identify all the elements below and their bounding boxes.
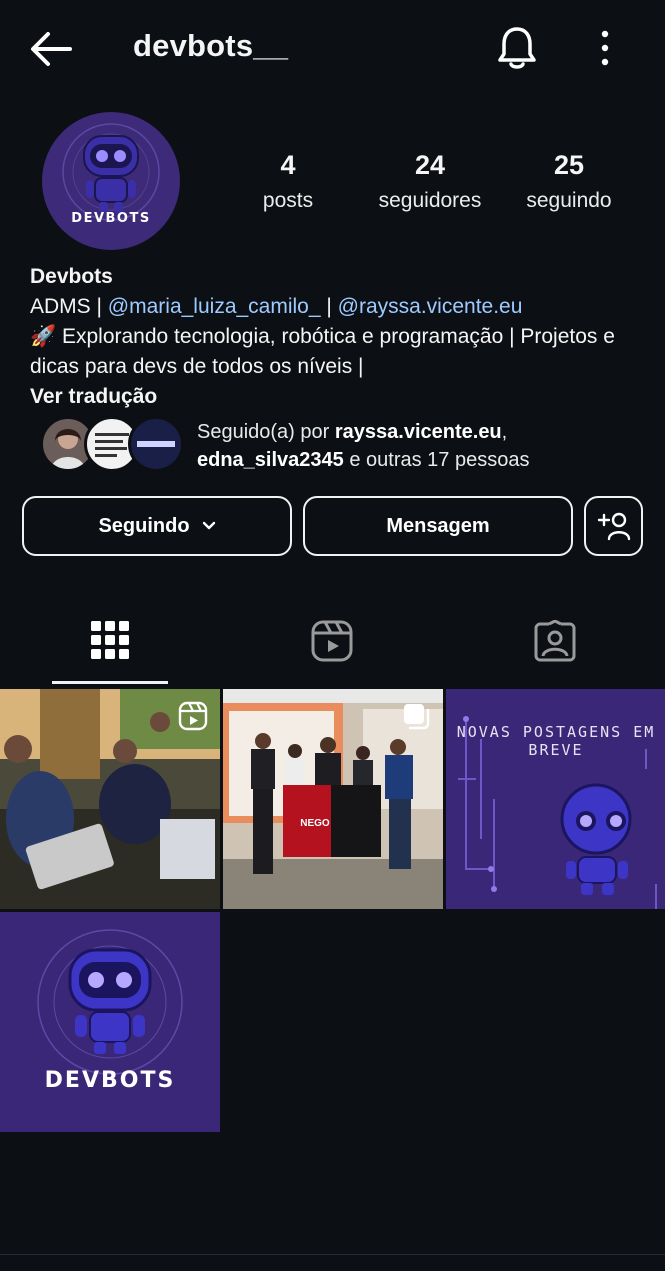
post-tile[interactable]: NOVAS POSTAGENS EM BREVE xyxy=(446,689,665,909)
profile-bio: Devbots ADMS | @maria_luiza_camilo_ | @r… xyxy=(30,262,642,412)
post-tile[interactable] xyxy=(0,689,220,909)
followed-by-avatars[interactable] xyxy=(40,416,184,472)
followed-by-user-1: rayssa.vicente.eu xyxy=(334,421,502,443)
posts-count: 4 xyxy=(280,150,296,180)
profile-tabs xyxy=(0,600,665,686)
followers-stat[interactable]: 24 seguidores xyxy=(370,150,490,213)
message-button-label: Mensagem xyxy=(386,514,490,537)
following-stat[interactable]: 25 seguindo xyxy=(518,150,620,213)
bio-mentions-line: ADMS | @maria_luiza_camilo_ | @rayssa.vi… xyxy=(30,292,642,322)
post-tile[interactable]: DEVBOTS xyxy=(0,912,220,1132)
posts-stat: 4 posts xyxy=(247,150,329,213)
robot-logo-art xyxy=(0,912,220,1132)
bio-description: 🚀 Explorando tecnologia, robótica e prog… xyxy=(30,325,615,378)
tab-reels[interactable] xyxy=(274,600,390,686)
arrow-left-icon[interactable] xyxy=(28,28,74,70)
following-count: 25 xyxy=(553,150,585,180)
followed-by-user-2: edna_silva2345 xyxy=(197,449,344,471)
following-label: seguindo xyxy=(526,189,612,212)
robot-logo-icon: DEVBOTS xyxy=(62,123,160,226)
tagged-person-icon xyxy=(534,620,576,662)
tab-tagged[interactable] xyxy=(497,600,613,686)
avatar-label: DEVBOTS xyxy=(71,211,150,226)
circuit-robot-art xyxy=(446,689,665,909)
tab-posts-grid[interactable] xyxy=(52,600,168,686)
post-tile[interactable]: NEGO xyxy=(223,689,443,909)
active-tab-indicator xyxy=(52,681,168,684)
followers-label: seguidores xyxy=(378,189,482,212)
top-bar: devbots__ xyxy=(0,0,665,96)
add-user-button[interactable] xyxy=(584,496,643,556)
followed-by-suffix: e outras 17 pessoas xyxy=(343,449,530,471)
flag-text: NEGO xyxy=(300,818,330,829)
reels-icon xyxy=(311,620,353,662)
following-button-label: Seguindo xyxy=(98,514,190,537)
avatar xyxy=(128,416,184,472)
carousel-icon xyxy=(404,704,430,730)
grid-icon xyxy=(91,621,129,659)
mention-link-1[interactable]: @maria_luiza_camilo_ xyxy=(108,295,321,318)
coming-soon-text: NOVAS POSTAGENS EM BREVE xyxy=(456,723,656,759)
more-vertical-icon[interactable] xyxy=(590,30,620,66)
mention-link-2[interactable]: @rayssa.vicente.eu xyxy=(338,295,523,318)
followed-by-comma: , xyxy=(501,421,508,443)
posts-label: posts xyxy=(262,189,314,212)
bottom-divider xyxy=(0,1254,665,1255)
bell-icon[interactable] xyxy=(496,24,538,72)
profile-username: devbots__ xyxy=(133,28,289,63)
profile-name: Devbots xyxy=(30,265,113,288)
see-translation-link[interactable]: Ver tradução xyxy=(30,382,642,412)
chevron-down-icon xyxy=(202,521,215,530)
bio-prefix: ADMS | xyxy=(30,295,108,318)
message-button[interactable]: Mensagem xyxy=(303,496,573,556)
followed-by-prefix: Seguido(a) por xyxy=(197,421,335,443)
reels-icon xyxy=(178,701,208,731)
bio-separator: | xyxy=(320,295,338,318)
followed-by-text[interactable]: Seguido(a) por rayssa.vicente.eu, edna_si… xyxy=(197,418,637,474)
followers-count: 24 xyxy=(414,150,446,180)
person-add-icon xyxy=(597,512,630,541)
profile-avatar[interactable]: DEVBOTS xyxy=(42,112,180,250)
following-button[interactable]: Seguindo xyxy=(22,496,292,556)
logo-text: DEVBOTS xyxy=(44,1068,176,1093)
